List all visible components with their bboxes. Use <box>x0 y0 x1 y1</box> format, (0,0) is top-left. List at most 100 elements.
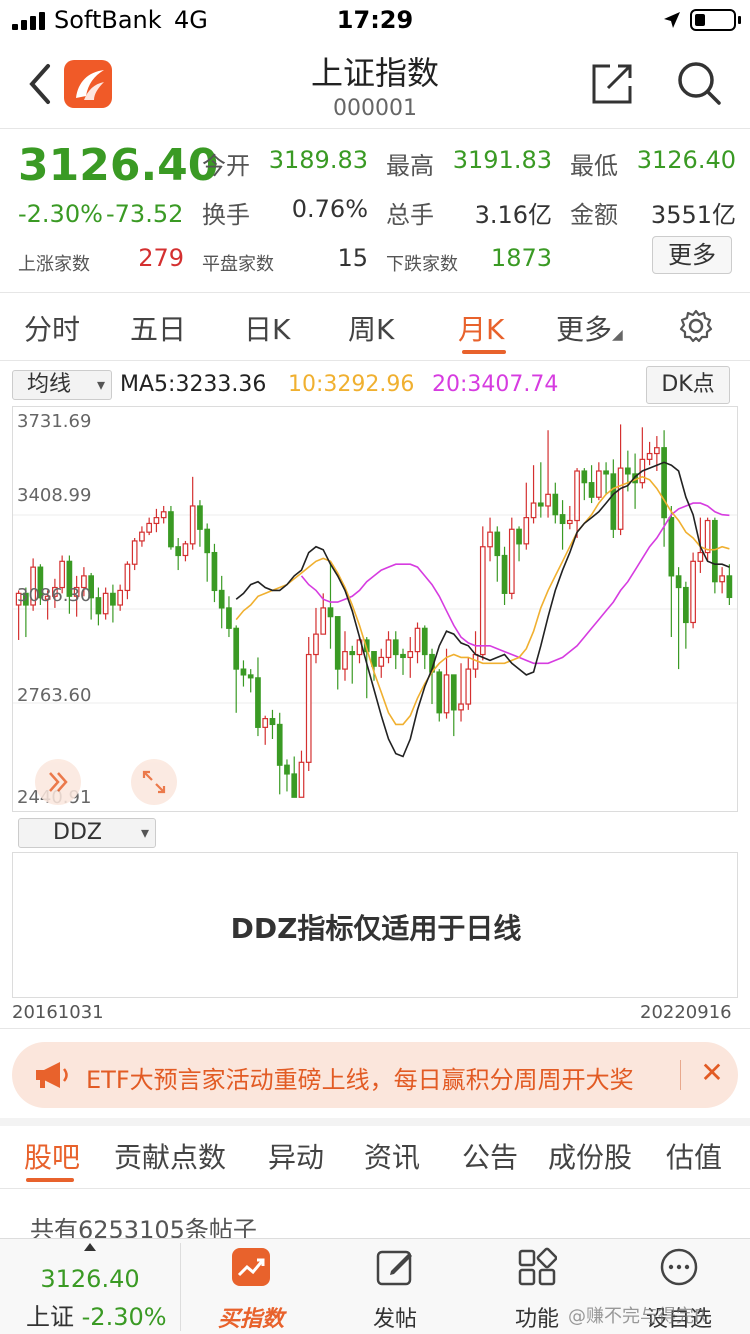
candle-body <box>704 519 711 554</box>
tab-constituents[interactable]: 成份股 <box>548 1136 632 1176</box>
page-title: 上证指数 <box>310 54 439 92</box>
ma20-value: 20:3407.74 <box>432 372 559 397</box>
turnover-value: 0.76% <box>291 195 368 223</box>
post-button[interactable]: 发帖 <box>340 1247 450 1333</box>
close-icon[interactable]: ✕ <box>692 1056 732 1089</box>
low-label: 最低 <box>570 152 618 180</box>
stock-code: 000001 <box>333 96 417 121</box>
buy-index-button[interactable]: 买指数 <box>196 1247 306 1333</box>
divider <box>0 1028 750 1029</box>
dk-point-button[interactable]: DK点 <box>646 366 730 404</box>
amount-value: 3551亿 <box>650 201 736 229</box>
high-label: 最高 <box>386 152 434 180</box>
tab-movement[interactable]: 异动 <box>268 1136 324 1176</box>
candle-body <box>516 528 522 545</box>
bottom-price: 3126.40 <box>40 1265 140 1293</box>
open-value: 3189.83 <box>268 146 368 174</box>
search-icon[interactable] <box>676 60 722 106</box>
candle-body <box>414 627 421 653</box>
candle-body <box>124 563 131 592</box>
candle-body <box>291 773 298 798</box>
candle-body <box>197 505 203 530</box>
ma5-value: MA5:3233.36 <box>120 372 267 397</box>
down-count: 1873 <box>490 244 552 272</box>
candle-body <box>385 639 392 659</box>
candle-body <box>588 482 595 498</box>
tab-contribution[interactable]: 贡献点数 <box>114 1136 226 1176</box>
double-chevron-icon <box>49 772 68 792</box>
candle-body <box>95 597 102 615</box>
candle-body <box>690 560 696 624</box>
candle-body <box>218 589 225 609</box>
candle-body <box>284 764 290 775</box>
candle-body <box>110 592 116 606</box>
candle-body <box>523 517 530 545</box>
candle-body <box>131 540 138 565</box>
candle-body <box>595 470 602 498</box>
flat-count: 15 <box>337 244 368 272</box>
tab-monthly-k[interactable]: 月K <box>458 308 504 348</box>
candle-body <box>494 531 501 557</box>
candle-body <box>255 677 261 728</box>
candle-body <box>508 528 515 594</box>
candle-body <box>458 703 464 711</box>
fullscreen-icon <box>142 770 166 794</box>
tab-more[interactable]: 更多◢ <box>556 308 623 348</box>
candle-body <box>675 575 682 589</box>
tab-five-day[interactable]: 五日 <box>130 308 186 348</box>
candle-body <box>305 653 312 763</box>
section-gap <box>0 1118 750 1126</box>
ddz-select[interactable]: DDZ <box>18 818 156 848</box>
tab-announcements[interactable]: 公告 <box>462 1136 518 1176</box>
tab-intraday[interactable]: 分时 <box>24 308 80 348</box>
up-count-label: 上涨家数 <box>18 254 90 275</box>
candle-body <box>392 639 399 656</box>
location-icon <box>664 12 680 28</box>
candle-body <box>559 514 566 525</box>
change-amount: -73.52 <box>106 200 184 228</box>
candle-body <box>334 616 341 670</box>
candle-body <box>624 467 631 475</box>
candle-body <box>537 502 544 507</box>
candle-body <box>371 651 377 667</box>
fullscreen-button[interactable] <box>131 759 177 805</box>
amount-label: 金额 <box>570 201 618 229</box>
candle-body <box>247 674 254 679</box>
tab-valuation[interactable]: 估值 <box>666 1136 722 1176</box>
caret-up-icon[interactable] <box>84 1243 96 1251</box>
y-tick-label: 3731.69 <box>17 411 92 432</box>
change-percent: -2.30% <box>18 200 103 228</box>
candle-body <box>407 651 414 659</box>
candle-body <box>102 592 109 615</box>
battery-tip <box>738 16 741 24</box>
flat-count-label: 平盘家数 <box>202 254 274 275</box>
candle-body <box>661 447 667 519</box>
tab-news[interactable]: 资讯 <box>364 1136 420 1176</box>
tab-more-label: 更多 <box>556 313 613 346</box>
battery-icon <box>690 9 736 31</box>
candle-body <box>450 674 457 711</box>
candle-body <box>313 633 319 656</box>
share-icon[interactable] <box>590 60 636 106</box>
gear-icon[interactable] <box>678 308 714 344</box>
candle-body <box>400 653 406 659</box>
tab-daily-k[interactable]: 日K <box>244 308 290 348</box>
more-dots-icon <box>660 1248 698 1286</box>
candle-body <box>204 528 211 554</box>
candle-body <box>175 546 182 557</box>
tab-weekly-k[interactable]: 周K <box>348 308 394 348</box>
candle-body <box>668 517 675 577</box>
down-count-label: 下跌家数 <box>386 254 458 275</box>
candle-body <box>276 723 283 766</box>
candle-body <box>59 560 65 589</box>
expand-left-button[interactable] <box>35 759 81 805</box>
kline-chart[interactable]: 3731.69 3408.99 3086.30 2763.60 2440.91 <box>12 406 738 812</box>
promo-banner[interactable]: ETF大预言家活动重磅上线，每日赢积分周周开大奖 ✕ <box>12 1042 738 1108</box>
turnover-label: 换手 <box>202 201 250 229</box>
candle-body <box>168 511 174 548</box>
ma-select[interactable]: 均线 <box>12 370 112 400</box>
candle-body <box>487 531 493 548</box>
candle-body <box>298 761 305 798</box>
quote-more-button[interactable]: 更多 <box>652 236 732 274</box>
tab-guba[interactable]: 股吧 <box>24 1136 80 1176</box>
